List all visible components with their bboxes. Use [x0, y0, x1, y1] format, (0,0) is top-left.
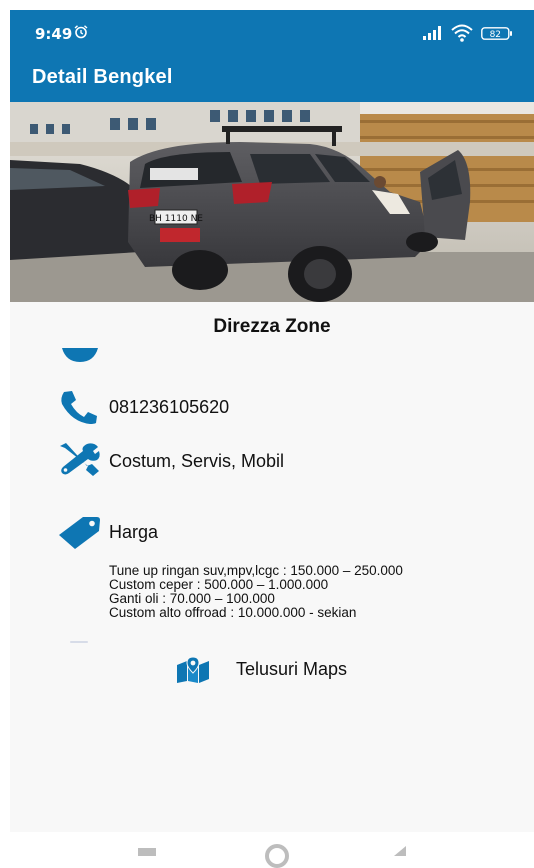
status-bar: 9:49 82: [10, 10, 534, 58]
battery-level: 82: [490, 30, 501, 40]
workshop-name: Direzza Zone: [213, 316, 331, 337]
status-time: 9:49: [35, 25, 73, 43]
app-screen: 9:49 82 Detail Bengkel BH 1110 NE Direzz…: [10, 10, 534, 832]
services-text: Costum, Servis, Mobil: [109, 451, 285, 471]
price-tag-icon: [59, 517, 100, 549]
phone-icon: [61, 391, 97, 424]
maps-button-label: Telusuri Maps: [236, 659, 348, 679]
explore-maps-button[interactable]: Telusuri Maps: [170, 650, 390, 690]
price-heading: Harga: [109, 522, 159, 542]
price-list-item: Tune up ringan suv,mpv,lcgc : 150.000 – …: [109, 563, 403, 578]
price-list-item: Custom alto offroad : 10.000.000 - sekia…: [109, 605, 357, 620]
location-pin-icon: [62, 348, 98, 362]
price-list-item: Ganti oli : 70.000 – 100.000: [109, 591, 275, 606]
phone-number[interactable]: 081236105620: [109, 397, 229, 418]
app-bar: Detail Bengkel: [10, 58, 534, 102]
workshop-photo: BH 1110 NE: [10, 102, 534, 302]
wifi-icon: [451, 24, 473, 42]
price-list: Tune up ringan suv,mpv,lcgc : 150.000 – …: [109, 564, 403, 620]
map-icon: [177, 657, 209, 683]
alarm-icon: [74, 25, 88, 39]
app-bar-title: Detail Bengkel: [32, 66, 173, 88]
photo-plate-text: BH 1110 NE: [149, 214, 203, 224]
divider: [70, 641, 88, 643]
battery-icon: 82: [481, 27, 512, 40]
back-triangle-icon[interactable]: [386, 846, 406, 856]
system-nav-bar: [0, 832, 534, 868]
signal-icon: [423, 26, 441, 40]
home-circle-icon[interactable]: [265, 844, 289, 868]
tools-icon: [60, 443, 100, 476]
recents-square-icon[interactable]: [138, 848, 156, 856]
price-list-item: Custom ceper : 500.000 – 1.000.000: [109, 577, 329, 592]
